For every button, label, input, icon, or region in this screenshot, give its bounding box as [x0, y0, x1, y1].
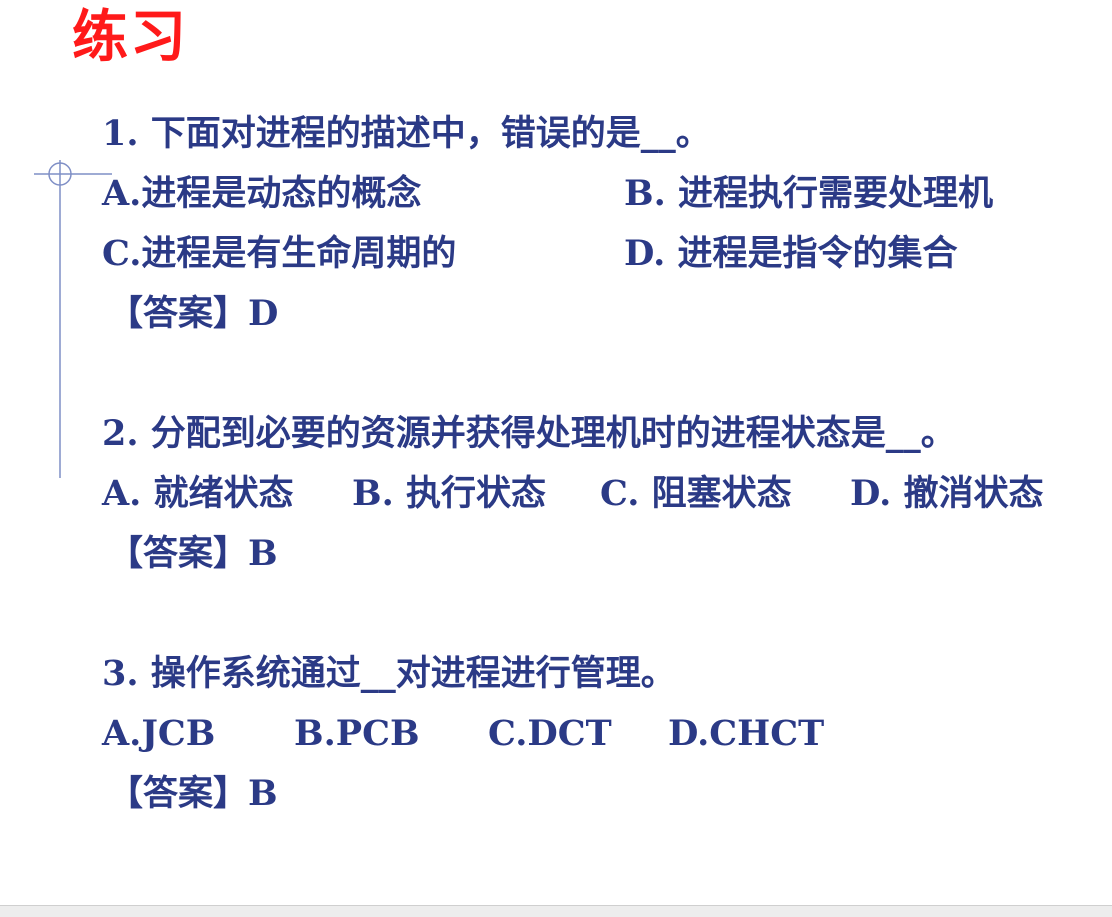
question-1-option-b: B. 进程执行需要处理机 — [624, 173, 993, 214]
slide-title: 练习 — [72, 5, 188, 70]
question-1-option-d: D. 进程是指令的集合 — [624, 233, 958, 274]
question-1-answer: 【答案】D — [108, 293, 279, 334]
slide: 练习 1. 下面对进程的描述中，错误的是__。 A.进程是动态的概念 B. 进程… — [0, 0, 1112, 905]
question-2-stem: 2. 分配到必要的资源并获得处理机时的进程状态是__。 — [102, 413, 956, 454]
question-2-option-a: A. 就绪状态 — [102, 473, 294, 514]
question-1-stem: 1. 下面对进程的描述中，错误的是__。 — [102, 113, 711, 154]
question-2-option-b: B. 执行状态 — [352, 473, 546, 514]
question-3-stem: 3. 操作系统通过__对进程进行管理。 — [102, 653, 676, 694]
question-3-option-a: A.JCB — [102, 713, 216, 754]
question-3-answer: 【答案】B — [108, 773, 278, 814]
question-1-option-c: C.进程是有生命周期的 — [102, 233, 457, 274]
question-2-answer: 【答案】B — [108, 533, 278, 574]
question-3-option-c: C.DCT — [488, 713, 612, 754]
question-1-option-a: A.进程是动态的概念 — [102, 173, 422, 214]
question-2-option-c: C. 阻塞状态 — [600, 473, 792, 514]
question-3-option-d: D.CHCT — [668, 713, 825, 754]
question-2-option-d: D. 撤消状态 — [850, 473, 1044, 514]
bottom-border — [0, 905, 1112, 917]
question-3-option-b: B.PCB — [294, 713, 420, 754]
